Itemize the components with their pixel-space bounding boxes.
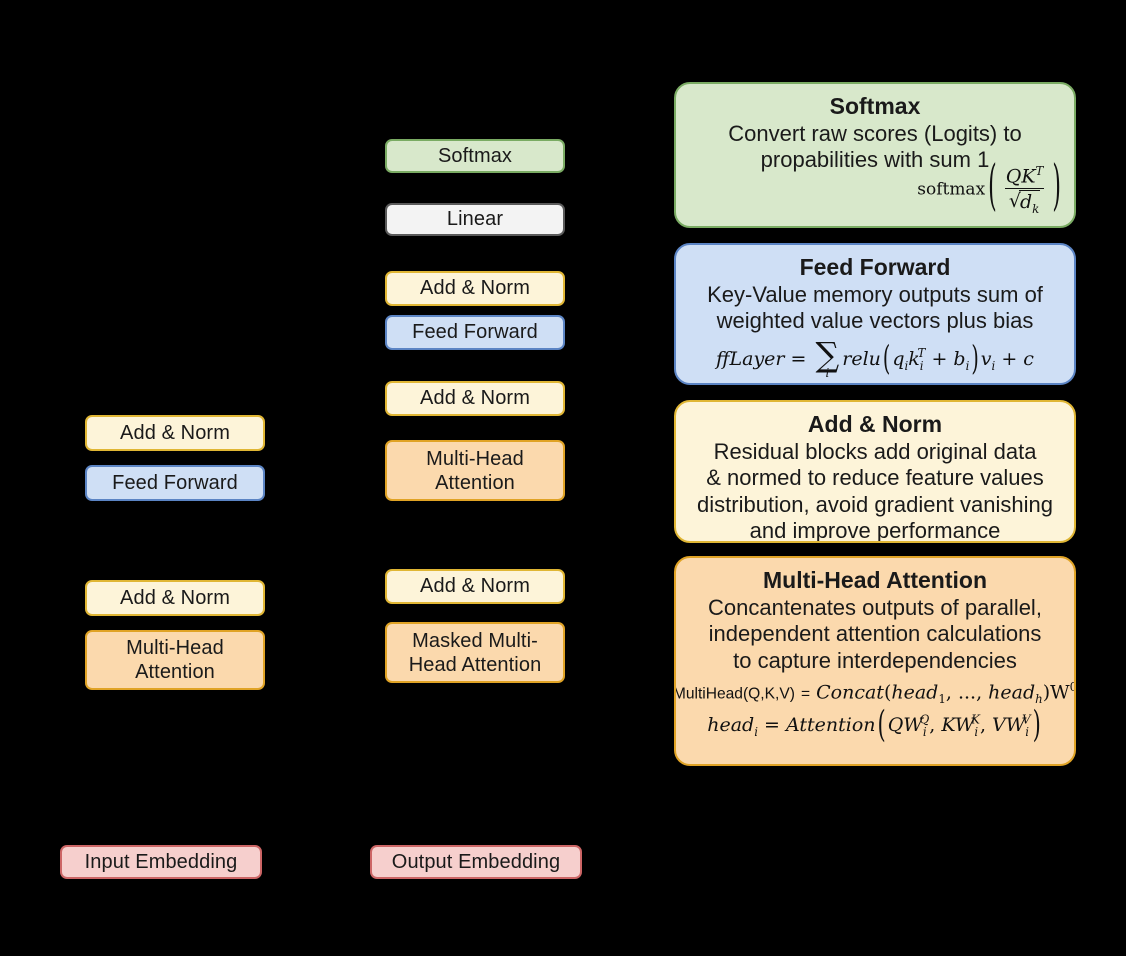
node-label: Softmax (437, 144, 513, 167)
decoder-add-norm-2[interactable]: Add & Norm (385, 381, 565, 416)
explanation-panel-feed-forward: Feed Forward Key-Value memory outputs su… (674, 243, 1076, 385)
explanation-panel-multi-head-attention: Multi-Head Attention Concantenates outpu… (674, 556, 1076, 766)
explanation-panel-add-norm: Add & Norm Residual blocks add original … (674, 400, 1076, 543)
panel-body-line1: Key-Value memory outputs sum of (707, 282, 1043, 308)
panel-body-line1: Residual blocks add original data (713, 439, 1037, 465)
panel-body-line1: Convert raw scores (Logits) to (728, 121, 1022, 147)
node-label: Feed Forward (112, 471, 238, 494)
node-label-line1: Multi-Head (126, 637, 224, 659)
multihead-formula-line2: headi = Attention(QWiQ, KWiK, VWiV) (707, 703, 1041, 746)
node-label: Input Embedding (84, 850, 238, 873)
input-embedding[interactable]: Input Embedding (60, 845, 262, 879)
node-label: Add & Norm (120, 586, 230, 609)
node-label-line2: Attention (435, 471, 515, 494)
output-embedding[interactable]: Output Embedding (370, 845, 582, 879)
feed-forward-formula: ffLayer = ∑ i relu(qikiT + bi) vi + c (716, 334, 1034, 381)
decoder-softmax[interactable]: Softmax (385, 139, 565, 173)
panel-body-line2: independent attention calculations (708, 621, 1042, 647)
explanation-panel-softmax: Softmax Convert raw scores (Logits) to p… (674, 82, 1076, 228)
node-label: Output Embedding (391, 850, 561, 873)
node-label: Add & Norm (120, 421, 230, 444)
node-label-line1: Multi-Head (426, 447, 524, 470)
node-label-line2: Attention (135, 661, 215, 683)
panel-title: Add & Norm (807, 411, 943, 437)
panel-body-line3: distribution, avoid gradient vanishing (697, 491, 1053, 517)
node-label: Linear (446, 208, 504, 231)
node-label: Add & Norm (420, 575, 530, 598)
panel-body-line1: Concantenates outputs of parallel, (708, 595, 1042, 621)
decoder-linear[interactable]: Linear (385, 203, 565, 236)
decoder-feed-forward[interactable]: Feed Forward (385, 315, 565, 350)
node-label-line1: Masked Multi- (412, 629, 538, 652)
decoder-masked-multi-head-attention[interactable]: Masked Multi- Head Attention (385, 622, 565, 683)
encoder-add-norm-1[interactable]: Add & Norm (85, 580, 265, 616)
panel-title: Softmax (829, 93, 921, 119)
node-label: Add & Norm (420, 277, 530, 300)
panel-body-line3: to capture interdependencies (733, 647, 1017, 673)
node-label: Feed Forward (412, 321, 538, 344)
decoder-add-norm-3[interactable]: Add & Norm (385, 271, 565, 306)
panel-title: Feed Forward (799, 254, 951, 280)
encoder-multi-head-attention[interactable]: Multi-Head Attention (85, 630, 265, 690)
panel-body-line4: and improve performance (749, 518, 1001, 543)
encoder-feed-forward[interactable]: Feed Forward (85, 465, 265, 501)
diagram-canvas: Add & Norm Feed Forward Add & Norm Multi… (0, 0, 1126, 956)
decoder-add-norm-1[interactable]: Add & Norm (385, 569, 565, 604)
decoder-multi-head-attention[interactable]: Multi-Head Attention (385, 440, 565, 501)
node-label: Add & Norm (420, 387, 530, 410)
multihead-formula-line1: MultiHead(Q,K,V) = Concat(head1, ..., he… (674, 680, 1074, 707)
panel-body-line2: & normed to reduce feature values (706, 465, 1044, 491)
node-label-line2: Head Attention (408, 653, 542, 676)
encoder-add-norm-2[interactable]: Add & Norm (85, 415, 265, 451)
panel-body-line2: weighted value vectors plus bias (716, 308, 1034, 334)
panel-title: Multi-Head Attention (762, 567, 987, 593)
